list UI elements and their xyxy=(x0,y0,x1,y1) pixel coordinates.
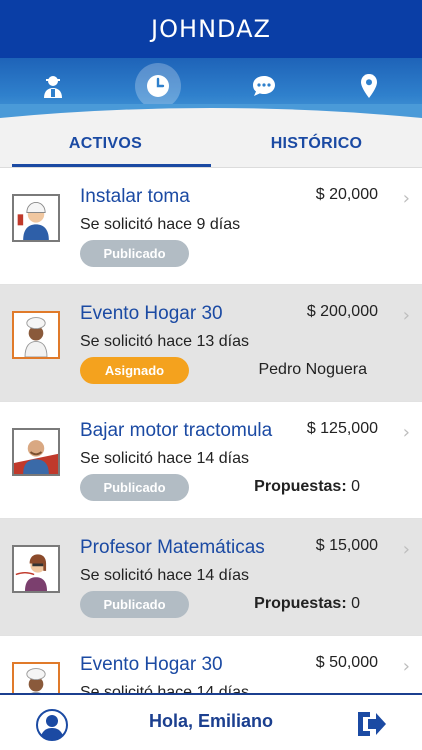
provider-avatar xyxy=(12,194,60,242)
proposals-count: Propuestas: 0 xyxy=(254,595,360,613)
user-worker-icon xyxy=(43,76,62,98)
teacher-avatar-icon xyxy=(14,547,58,591)
request-title: Bajar motor tractomula xyxy=(80,420,273,441)
request-row[interactable]: Bajar motor tractomula $ 125,000 › Se so… xyxy=(0,402,422,519)
request-date: Se solicitó hace 14 días xyxy=(80,567,249,584)
proposals-label: Propuestas: xyxy=(254,595,347,612)
chevron-right-icon: › xyxy=(402,305,410,326)
nav-location[interactable] xyxy=(346,63,392,109)
request-date: Se solicitó hace 14 días xyxy=(80,450,249,467)
chevron-right-icon: › xyxy=(402,188,410,209)
request-row[interactable]: Evento Hogar 30 $ 200,000 › Se solicitó … xyxy=(0,285,422,402)
request-price: $ 50,000 xyxy=(315,654,378,671)
request-title: Instalar toma xyxy=(80,186,190,207)
tab-historico[interactable]: HISTÓRICO xyxy=(211,120,422,167)
request-price: $ 200,000 xyxy=(306,303,378,320)
proposals-count: Propuestas: 0 xyxy=(254,478,360,496)
proposals-value: 0 xyxy=(351,478,360,495)
chat-icon xyxy=(252,76,275,96)
status-badge: Asignado xyxy=(80,357,189,384)
request-row[interactable]: Evento Hogar 30 $ 50,000 › Se solicitó h… xyxy=(0,636,422,693)
request-price: $ 125,000 xyxy=(306,420,378,437)
request-price: $ 20,000 xyxy=(315,186,378,203)
location-pin-icon xyxy=(361,74,378,98)
footer-bar: Hola, Emiliano xyxy=(0,693,422,750)
provider-avatar xyxy=(12,428,60,476)
logout-icon[interactable] xyxy=(355,709,387,739)
request-row[interactable]: Profesor Matemáticas $ 15,000 › Se solic… xyxy=(0,519,422,636)
status-badge: Publicado xyxy=(80,474,189,501)
mechanic-avatar-icon xyxy=(14,430,58,474)
provider-avatar xyxy=(12,545,60,593)
proposals-label: Propuestas: xyxy=(254,478,347,495)
request-date: Se solicitó hace 9 días xyxy=(80,216,241,233)
chevron-right-icon: › xyxy=(402,422,410,443)
nav-profile[interactable] xyxy=(30,63,76,109)
request-list: Instalar toma $ 20,000 › Se solicitó hac… xyxy=(0,168,422,693)
provider-avatar xyxy=(12,311,60,359)
chevron-right-icon: › xyxy=(402,656,410,677)
request-date: Se solicitó hace 14 días xyxy=(80,684,249,693)
app-header: JOHNDAZ xyxy=(0,0,422,58)
assigned-provider: Pedro Noguera xyxy=(258,361,367,378)
request-row[interactable]: Instalar toma $ 20,000 › Se solicitó hac… xyxy=(0,168,422,285)
provider-avatar xyxy=(12,662,60,693)
nav-chat[interactable] xyxy=(241,63,287,109)
clock-icon xyxy=(147,75,170,97)
worker-avatar-icon xyxy=(14,196,58,240)
status-badge: Publicado xyxy=(80,240,189,267)
chevron-right-icon: › xyxy=(402,539,410,560)
status-badge: Publicado xyxy=(80,591,189,618)
chef-avatar-icon xyxy=(14,664,58,693)
tab-bar: ACTIVOS HISTÓRICO xyxy=(0,120,422,168)
proposals-value: 0 xyxy=(351,595,360,612)
request-price: $ 15,000 xyxy=(315,537,378,554)
chef-avatar-icon xyxy=(14,313,58,357)
tab-activos[interactable]: ACTIVOS xyxy=(0,120,211,167)
request-title: Profesor Matemáticas xyxy=(80,537,265,558)
nav-requests[interactable] xyxy=(135,63,182,109)
request-date: Se solicitó hace 13 días xyxy=(80,333,249,350)
request-title: Evento Hogar 30 xyxy=(80,654,223,675)
request-title: Evento Hogar 30 xyxy=(80,303,223,324)
app-logo: JOHNDAZ xyxy=(151,15,271,43)
